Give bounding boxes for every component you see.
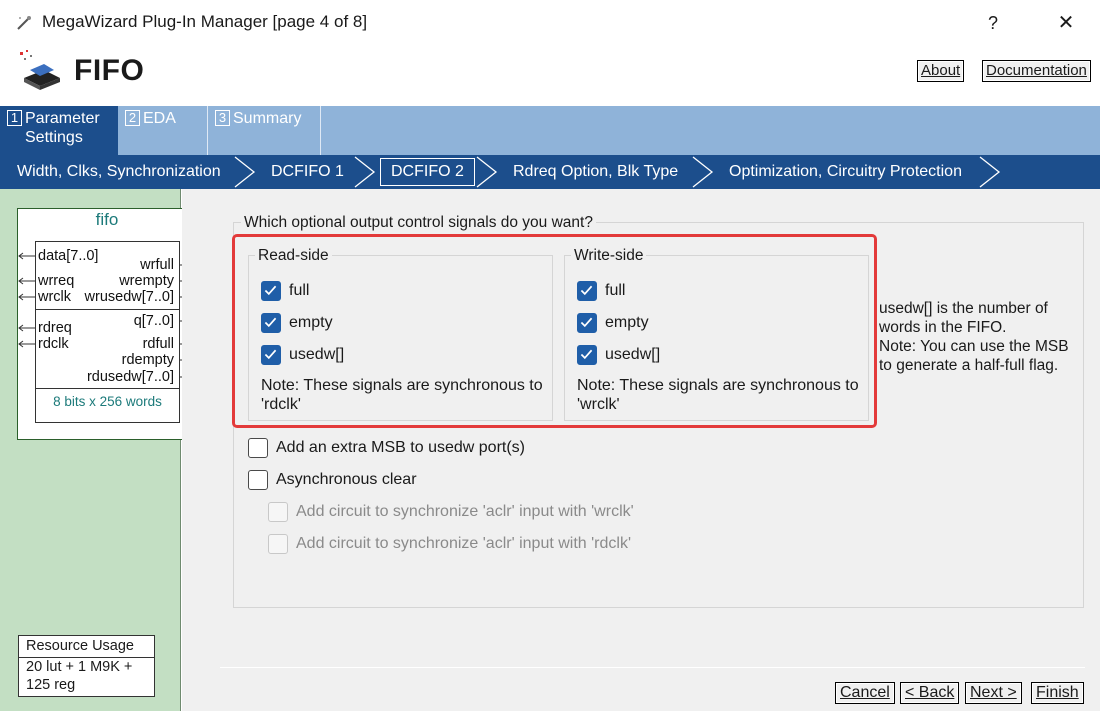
chevron-right-icon: [692, 156, 714, 188]
symbol-panel: fifo 8 bits x 256 words data[7..0] wrreq…: [0, 189, 197, 711]
sync-wrclk-checkbox[interactable]: [268, 502, 288, 522]
resource-usage-value: 20 lut + 1 M9K + 125 reg: [26, 658, 132, 694]
wizard-header: FIFO About Documentation: [0, 46, 1100, 106]
resource-usage-title: Resource Usage: [19, 636, 154, 658]
megafunction-title: FIFO: [74, 54, 145, 87]
port-rdfull: rdfull: [142, 336, 174, 352]
port-wrclk: wrclk: [38, 289, 72, 305]
chevron-right-icon: [476, 156, 498, 188]
port-q: q[7..0]: [133, 313, 174, 329]
chevron-right-icon: [234, 156, 256, 188]
sync-rdclk-checkbox[interactable]: [268, 534, 288, 554]
port-rdreq: rdreq: [38, 320, 72, 336]
step-label: Summary: [233, 110, 302, 127]
port-rdempty: rdempty: [121, 352, 174, 368]
finish-button[interactable]: Finish: [1031, 682, 1084, 704]
usedw-side-note: usedw[] is the number of words in the FI…: [879, 299, 1069, 375]
resource-usage-box: Resource Usage 20 lut + 1 M9K + 125 reg: [18, 635, 155, 697]
step-label-line2: Settings: [25, 129, 83, 146]
wizard-wand-icon: [17, 16, 31, 30]
resource-line-2: 125 reg: [26, 677, 76, 693]
step-tabs: 1 Parameter Settings 2 EDA 3 Summary: [0, 106, 1100, 155]
side-note-line-3: Note: You can use the MSB: [879, 338, 1069, 355]
port-wrempty: wrempty: [119, 273, 174, 289]
page-optimization[interactable]: Optimization, Circuitry Protection: [729, 155, 962, 189]
port-wrusedw: wrusedw[7..0]: [84, 289, 174, 305]
side-note-line-2: words in the FIFO.: [879, 319, 1007, 336]
sync-rdclk-label: Add circuit to synchronize 'aclr' input …: [296, 535, 632, 552]
page-dcfifo-1[interactable]: DCFIFO 1: [271, 155, 344, 189]
port-wrreq: wrreq: [38, 273, 75, 289]
tab-parameter-settings[interactable]: 1 Parameter Settings: [0, 106, 118, 155]
question-label: Which optional output control signals do…: [241, 214, 596, 232]
resource-line-1: 20 lut + 1 M9K +: [26, 659, 133, 675]
fifo-symbol: fifo 8 bits x 256 words data[7..0] wrreq…: [17, 208, 197, 440]
title-bar: MegaWizard Plug-In Manager [page 4 of 8]…: [0, 0, 1100, 46]
extra-msb-checkbox[interactable]: [248, 438, 268, 458]
tab-eda[interactable]: 2 EDA: [118, 106, 208, 155]
about-button[interactable]: About: [917, 60, 965, 82]
sync-wrclk-label: Add circuit to synchronize 'aclr' input …: [296, 503, 634, 520]
megafunction-chip-icon: [20, 50, 60, 90]
step-number: 2: [125, 110, 140, 126]
window-title: MegaWizard Plug-In Manager [page 4 of 8]: [42, 12, 368, 31]
footer-separator: [220, 667, 1085, 668]
side-note-line-1: usedw[] is the number of: [879, 300, 1048, 317]
next-button[interactable]: Next >: [965, 682, 1022, 704]
side-note-line-4: to generate a half-full flag.: [879, 357, 1059, 374]
page-dcfifo-2[interactable]: DCFIFO 2: [380, 158, 475, 186]
help-button[interactable]: ?: [975, 9, 1011, 37]
step-label: Parameter: [25, 110, 100, 127]
async-clear-label: Asynchronous clear: [276, 471, 417, 488]
tab-summary[interactable]: 3 Summary: [208, 106, 321, 155]
highlight-frame: [232, 234, 877, 428]
step-number: 3: [215, 110, 230, 126]
back-button[interactable]: < Back: [900, 682, 960, 704]
cancel-button[interactable]: Cancel: [835, 682, 895, 704]
extra-msb-label: Add an extra MSB to usedw port(s): [276, 439, 525, 456]
port-wrfull: wrfull: [140, 257, 174, 273]
documentation-button[interactable]: Documentation: [982, 60, 1091, 82]
port-data: data[7..0]: [38, 248, 99, 264]
chevron-right-icon: [979, 156, 1001, 188]
port-rdusedw: rdusedw[7..0]: [86, 369, 174, 385]
parameter-page: Which optional output control signals do…: [182, 189, 1100, 711]
step-label: EDA: [143, 110, 176, 127]
page-width-clks-sync[interactable]: Width, Clks, Synchronization: [17, 155, 221, 189]
page-rdreq-option[interactable]: Rdreq Option, Blk Type: [513, 155, 678, 189]
chevron-right-icon: [354, 156, 376, 188]
async-clear-checkbox[interactable]: [248, 470, 268, 490]
step-number: 1: [7, 110, 22, 126]
port-rdclk: rdclk: [38, 336, 69, 352]
close-button[interactable]: ✕: [1048, 9, 1084, 37]
page-navigation: Width, Clks, Synchronization DCFIFO 1 DC…: [0, 155, 1100, 189]
